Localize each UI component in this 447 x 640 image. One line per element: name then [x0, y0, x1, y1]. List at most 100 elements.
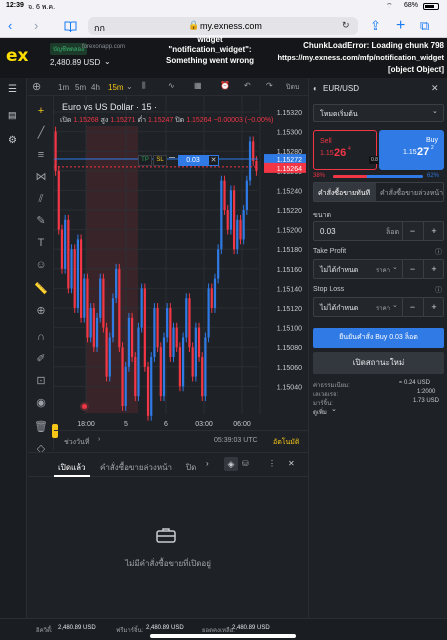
close-icon[interactable]: ✕ — [208, 155, 219, 166]
chevron-right-icon[interactable]: › — [98, 436, 100, 443]
layers-icon[interactable]: ◈ — [224, 457, 238, 471]
lock-icon[interactable]: ⊡ — [34, 374, 48, 388]
settings-icon[interactable]: ⚙ — [8, 135, 17, 146]
timeframe-5m[interactable]: 5m — [75, 83, 86, 92]
chevron-down-icon[interactable]: ⌄ — [104, 57, 111, 66]
url-text[interactable]: my.exness.com — [200, 21, 262, 31]
chevron-down-icon[interactable]: ⌄ — [331, 405, 337, 413]
tab-open[interactable]: เปิดแล้ว — [58, 461, 86, 474]
exness-logo[interactable]: ex — [6, 46, 29, 66]
chevron-down-icon[interactable]: ⌄ — [392, 301, 398, 309]
sell-price-sup[interactable]: 4 — [348, 146, 351, 152]
alert-icon[interactable]: ⏰ — [220, 81, 230, 90]
volume-value[interactable]: 0.03 — [320, 227, 336, 236]
ruler-icon[interactable]: 📏 — [34, 282, 48, 296]
share-icon[interactable]: ⇪ — [370, 14, 381, 38]
buy-label[interactable]: Buy — [426, 137, 438, 144]
tab-pending[interactable]: คำสั่งซื้อขายล่วงหน้า — [100, 461, 172, 474]
trend-line-icon[interactable]: ╱ — [34, 126, 48, 140]
close-icon[interactable]: ✕ — [288, 459, 295, 468]
header-balance[interactable]: 2,480.89 USD — [50, 58, 100, 67]
chevron-down-icon[interactable]: ⌄ — [126, 82, 133, 91]
volume-input[interactable]: 0.03 ล็อต − + — [313, 221, 444, 241]
buy-price-sup[interactable]: 2 — [431, 145, 434, 151]
stack-icon[interactable]: ⛁ — [242, 459, 249, 468]
calendar-icon[interactable]: ▤ — [8, 110, 17, 121]
add-indicator-icon[interactable]: ⊕ — [32, 80, 41, 93]
sl-input[interactable]: ไม่ได้กำหนด ราคา ⌄ − + — [313, 297, 444, 317]
address-bar[interactable]: กก 🔒 my.exness.com ↻ — [88, 17, 358, 35]
buy-button[interactable]: Buy 1.15 27 2 — [379, 130, 444, 170]
tab-closed[interactable]: ปิด — [186, 461, 196, 474]
mode-select[interactable]: โหมดเริ่มต้น ⌄ — [313, 104, 444, 122]
tp-unit[interactable]: ราคา — [376, 265, 390, 275]
tab-market[interactable]: คำสั่งซื้อขายทันที — [318, 188, 370, 199]
brush-icon[interactable]: ✎ — [34, 214, 48, 228]
auto-scale-button[interactable]: อัตโนมัติ — [273, 437, 299, 448]
fib-icon[interactable]: ≡ — [34, 148, 48, 162]
tp-button[interactable]: TP — [138, 155, 152, 166]
close-icon[interactable]: ✕ — [431, 83, 439, 94]
more-details-link[interactable]: ดูเพิ่ม — [313, 407, 327, 417]
layout-icon[interactable]: ▦ — [194, 81, 202, 90]
tp-input[interactable]: ไม่ได้กำหนด ราคา ⌄ − + — [313, 259, 444, 279]
pattern-icon[interactable]: ⋈ — [34, 170, 48, 184]
redo-icon[interactable]: ↷ — [266, 81, 273, 90]
bookmarks-icon[interactable] — [64, 14, 77, 40]
chevron-down-icon[interactable]: ⌄ — [432, 107, 438, 115]
sl-decrease-button[interactable]: − — [402, 298, 422, 316]
text-tool-icon[interactable]: T — [34, 236, 48, 250]
drag-handle-icon[interactable] — [169, 157, 175, 158]
volume-increase-button[interactable]: + — [423, 222, 444, 240]
forward-icon[interactable]: › — [34, 14, 38, 38]
indicators-icon[interactable]: ∿ — [168, 81, 175, 90]
buy-price-big[interactable]: 27 — [417, 146, 429, 158]
tp-decrease-button[interactable]: − — [402, 260, 422, 278]
timeframe-15m[interactable]: 15m — [108, 83, 124, 92]
projection-icon[interactable]: ⫽ — [34, 192, 48, 206]
trash-icon[interactable]: 🗑 — [34, 420, 48, 434]
tabs-icon[interactable]: ⧉ — [420, 14, 429, 38]
sell-label[interactable]: Sell — [320, 138, 332, 145]
new-tab-icon[interactable]: + — [396, 14, 405, 38]
tp-increase-button[interactable]: + — [423, 260, 444, 278]
undo-icon[interactable]: ↶ — [244, 81, 251, 90]
candle-type-icon[interactable]: ⫼ — [142, 81, 146, 91]
timeframe-4h[interactable]: 4h — [91, 83, 100, 92]
volume-decrease-button[interactable]: − — [402, 222, 422, 240]
sl-button[interactable]: SL — [153, 155, 167, 166]
sell-price-main[interactable]: 1.15 — [320, 150, 334, 157]
candlestick-chart[interactable]: 1.153201.153001.152801.152601.152401.152… — [54, 96, 308, 430]
price-chart[interactable]: 1.153201.153001.152801.152601.152401.152… — [54, 96, 308, 430]
tab-pending-order[interactable]: คำสั่งซื้อขายล่วงหน้า — [380, 188, 444, 199]
crosshair-icon[interactable]: + — [34, 104, 48, 118]
sell-button[interactable]: Sell 1.15 26 4 — [313, 130, 377, 170]
reader-label[interactable]: กก — [94, 21, 105, 35]
chevron-down-icon[interactable]: ⌄ — [392, 263, 398, 271]
more-icon[interactable]: ⋮ — [268, 459, 276, 468]
sl-increase-button[interactable]: + — [423, 298, 444, 316]
chart-close-label[interactable]: ปิดบ — [286, 82, 299, 93]
sl-unit[interactable]: ราคา — [376, 303, 390, 313]
lock-draw-icon[interactable]: ✐ — [34, 352, 48, 366]
magnet-icon[interactable]: ∩ — [34, 330, 48, 344]
mode-value[interactable]: โหมดเริ่มต้น — [320, 109, 358, 120]
back-icon[interactable]: ‹ — [8, 14, 12, 38]
event-marker-icon[interactable] — [80, 402, 89, 411]
menu-icon[interactable]: ☰ — [8, 84, 17, 95]
tp-value[interactable]: ไม่ได้กำหนด — [320, 265, 358, 276]
chevron-right-icon[interactable]: › — [206, 459, 209, 468]
trade-symbol[interactable]: EUR/USD — [323, 84, 359, 93]
sell-price-big[interactable]: 26 — [334, 147, 346, 159]
eye-icon[interactable]: ◉ — [34, 396, 48, 410]
buy-price-main[interactable]: 1.15 — [403, 149, 417, 156]
order-quantity-label[interactable]: 0.03 — [178, 155, 208, 166]
date-range-button[interactable]: ช่วงวันที่ — [64, 437, 89, 448]
info-icon[interactable]: ⓘ — [435, 285, 442, 295]
zoom-in-icon[interactable]: ⊕ — [34, 304, 48, 318]
info-icon[interactable]: ⓘ — [435, 247, 442, 257]
cancel-order-button[interactable]: เปิดสถานะใหม่ — [313, 352, 444, 374]
timeframe-1m[interactable]: 1m — [58, 83, 69, 92]
confirm-order-button[interactable]: ยืนยันคำสั่ง Buy 0.03 ล็อต — [313, 328, 444, 348]
emoji-icon[interactable]: ☺ — [34, 258, 48, 272]
